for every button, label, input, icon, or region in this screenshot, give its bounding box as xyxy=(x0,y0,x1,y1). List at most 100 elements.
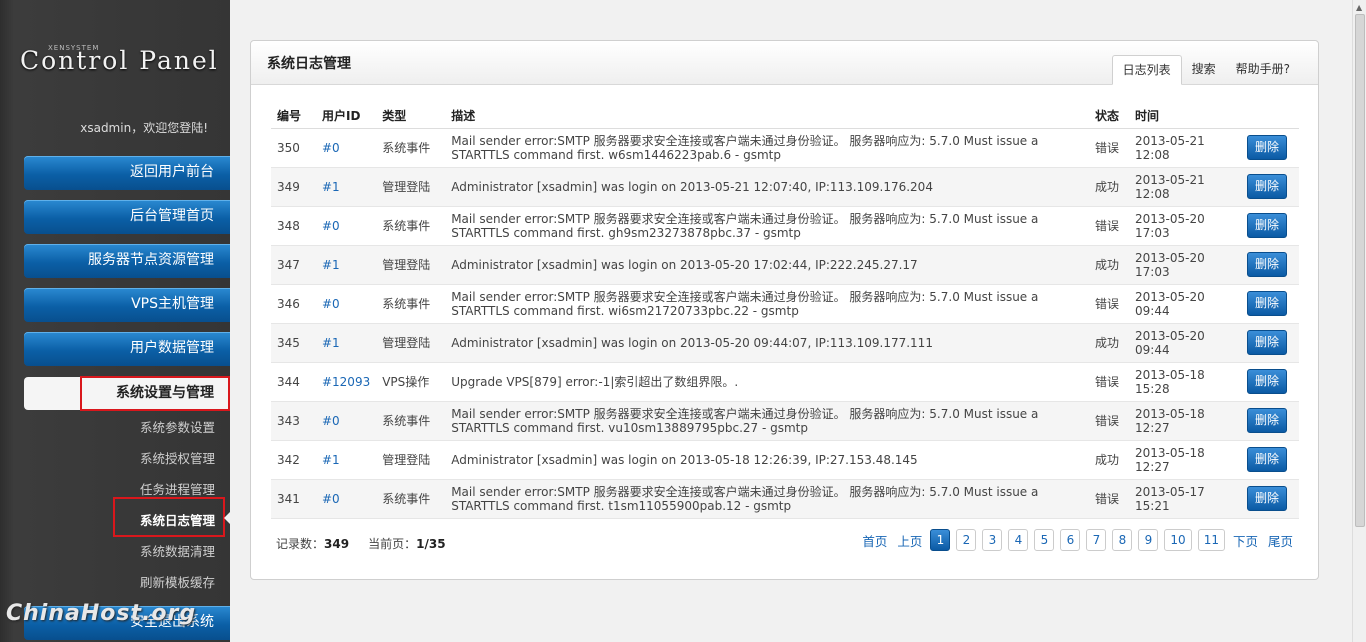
log-status: 错误 xyxy=(1089,284,1129,324)
delete-button[interactable]: 删除 xyxy=(1246,447,1287,472)
log-time: 2013-05-20 17:03 xyxy=(1129,245,1241,285)
page-number-button[interactable]: 3 xyxy=(982,529,1003,551)
panel-tabs: 日志列表 搜索 帮助手册? xyxy=(1111,55,1300,85)
log-time: 2013-05-21 12:08 xyxy=(1129,167,1241,207)
scroll-up-icon[interactable]: ▲ xyxy=(1356,3,1362,12)
log-type: 系统事件 xyxy=(376,479,446,519)
log-status: 错误 xyxy=(1089,128,1129,168)
user-id-link[interactable]: #0 xyxy=(322,141,340,155)
page-number-button[interactable]: 7 xyxy=(1086,529,1107,551)
log-type: VPS操作 xyxy=(376,362,446,402)
page-number-button[interactable]: 11 xyxy=(1197,529,1225,551)
sidebar: XENSYSTEM Control Panel xsadmin，欢迎您登陆! 返… xyxy=(0,0,230,642)
table-header-row: 编号 用户ID 类型 描述 状态 时间 xyxy=(271,103,1299,129)
log-description: Mail sender error:SMTP 服务器要求安全连接或客户端未通过身… xyxy=(445,401,1090,441)
user-id-link[interactable]: #12093 xyxy=(322,375,370,389)
sub-system-license[interactable]: 系统授权管理 xyxy=(140,448,215,467)
tab-search[interactable]: 搜索 xyxy=(1182,55,1226,85)
log-type: 管理登陆 xyxy=(376,245,446,285)
log-time: 2013-05-20 17:03 xyxy=(1129,206,1241,246)
user-id-link[interactable]: #0 xyxy=(322,219,340,233)
nav-server-nodes[interactable]: 服务器节点资源管理 xyxy=(24,244,230,278)
page-number-button[interactable]: 2 xyxy=(956,529,977,551)
table-row: 341 #0 系统事件 Mail sender error:SMTP 服务器要求安全连… xyxy=(271,479,1299,519)
log-description: Administrator [xsadmin] was login on 201… xyxy=(445,167,1090,207)
delete-button[interactable]: 删除 xyxy=(1246,330,1287,355)
pagination: 首页 上页 1 2 3 4 5 6 7 8 9 10 11 下页 尾页 xyxy=(857,529,1298,551)
user-id-link[interactable]: #1 xyxy=(322,258,340,272)
delete-button[interactable]: 删除 xyxy=(1246,252,1287,277)
log-status: 错误 xyxy=(1089,401,1129,441)
col-header-time: 时间 xyxy=(1129,103,1241,129)
sub-data-cleanup[interactable]: 系统数据清理 xyxy=(140,541,215,560)
page-scrollbar[interactable]: ▲ xyxy=(1352,0,1366,642)
records-label: 记录数： xyxy=(276,537,325,551)
page-number-button[interactable]: 4 xyxy=(1008,529,1029,551)
page-number-button[interactable]: 9 xyxy=(1138,529,1159,551)
user-id-link[interactable]: #0 xyxy=(322,492,340,506)
user-id-link[interactable]: #1 xyxy=(322,336,340,350)
log-status: 错误 xyxy=(1089,362,1129,402)
col-header-description: 描述 xyxy=(445,103,1090,129)
prev-page-link[interactable]: 上页 xyxy=(897,531,922,550)
delete-button[interactable]: 删除 xyxy=(1246,291,1287,316)
panel-header: 系统日志管理 日志列表 搜索 帮助手册? xyxy=(251,41,1318,85)
delete-button[interactable]: 删除 xyxy=(1246,213,1287,238)
delete-button[interactable]: 删除 xyxy=(1246,369,1287,394)
nav-user-data[interactable]: 用户数据管理 xyxy=(24,332,230,366)
nav-front-end[interactable]: 返回用户前台 xyxy=(24,156,230,190)
records-count: 349 xyxy=(324,537,350,551)
sub-system-params[interactable]: 系统参数设置 xyxy=(140,417,215,436)
log-time: 2013-05-20 09:44 xyxy=(1129,323,1241,363)
sub-refresh-cache[interactable]: 刷新模板缓存 xyxy=(140,572,215,591)
page-label: 当前页： xyxy=(368,537,417,551)
page-number-button[interactable]: 5 xyxy=(1034,529,1055,551)
log-table: 编号 用户ID 类型 描述 状态 时间 350 #0 系统事件 Mail sender… xyxy=(271,103,1299,519)
highlight-box xyxy=(113,497,225,537)
col-header-status: 状态 xyxy=(1089,103,1129,129)
log-time: 2013-05-21 12:08 xyxy=(1129,128,1241,168)
page-number-button[interactable]: 10 xyxy=(1164,529,1192,551)
next-page-link[interactable]: 下页 xyxy=(1233,531,1258,550)
user-id-link[interactable]: #1 xyxy=(322,453,340,467)
scrollbar-thumb[interactable] xyxy=(1355,14,1365,527)
tab-log-list[interactable]: 日志列表 xyxy=(1111,55,1182,85)
page-number-button[interactable]: 6 xyxy=(1060,529,1081,551)
page-number-button[interactable]: 8 xyxy=(1112,529,1133,551)
col-header-action xyxy=(1240,103,1299,129)
log-description: Mail sender error:SMTP 服务器要求安全连接或客户端未通过身… xyxy=(445,284,1090,324)
log-type: 系统事件 xyxy=(376,284,446,324)
nav-admin-home[interactable]: 后台管理首页 xyxy=(24,200,230,234)
log-type: 系统事件 xyxy=(376,206,446,246)
nav-vps-hosts[interactable]: VPS主机管理 xyxy=(24,288,230,322)
log-id: 345 xyxy=(271,323,316,363)
log-status: 错误 xyxy=(1089,479,1129,519)
user-id-link[interactable]: #0 xyxy=(322,297,340,311)
record-summary: 记录数：349 当前页：1/35 xyxy=(276,535,446,552)
page-number-button[interactable]: 1 xyxy=(930,529,951,551)
first-page-link[interactable]: 首页 xyxy=(862,531,887,550)
log-description: Mail sender error:SMTP 服务器要求安全连接或客户端未通过身… xyxy=(445,479,1090,519)
log-id: 349 xyxy=(271,167,316,207)
nav-system-settings[interactable]: 系统设置与管理 xyxy=(24,376,230,411)
last-page-link[interactable]: 尾页 xyxy=(1268,531,1293,550)
log-description: Administrator [xsadmin] was login on 201… xyxy=(445,440,1090,480)
sub-task-process[interactable]: 任务进程管理 xyxy=(140,479,215,498)
col-header-id: 编号 xyxy=(271,103,316,129)
table-row: 342 #1 管理登陆 Administrator [xsadmin] was log… xyxy=(271,440,1299,480)
table-row: 350 #0 系统事件 Mail sender error:SMTP 服务器要求安全连… xyxy=(271,128,1299,168)
log-time: 2013-05-18 12:27 xyxy=(1129,401,1241,441)
user-id-link[interactable]: #0 xyxy=(322,414,340,428)
delete-button[interactable]: 删除 xyxy=(1246,408,1287,433)
delete-button[interactable]: 删除 xyxy=(1246,174,1287,199)
delete-button[interactable]: 删除 xyxy=(1246,486,1287,511)
log-description: Administrator [xsadmin] was login on 201… xyxy=(445,245,1090,285)
page-indicator: 1/35 xyxy=(416,537,446,551)
table-row: 343 #0 系统事件 Mail sender error:SMTP 服务器要求安全连… xyxy=(271,401,1299,441)
table-row: 344 #12093 VPS操作 Upgrade VPS[879] error:-1|… xyxy=(271,362,1299,402)
tab-help[interactable]: 帮助手册? xyxy=(1226,55,1300,85)
delete-button[interactable]: 删除 xyxy=(1246,135,1287,160)
log-status: 成功 xyxy=(1089,440,1129,480)
log-type: 管理登陆 xyxy=(376,323,446,363)
user-id-link[interactable]: #1 xyxy=(322,180,340,194)
